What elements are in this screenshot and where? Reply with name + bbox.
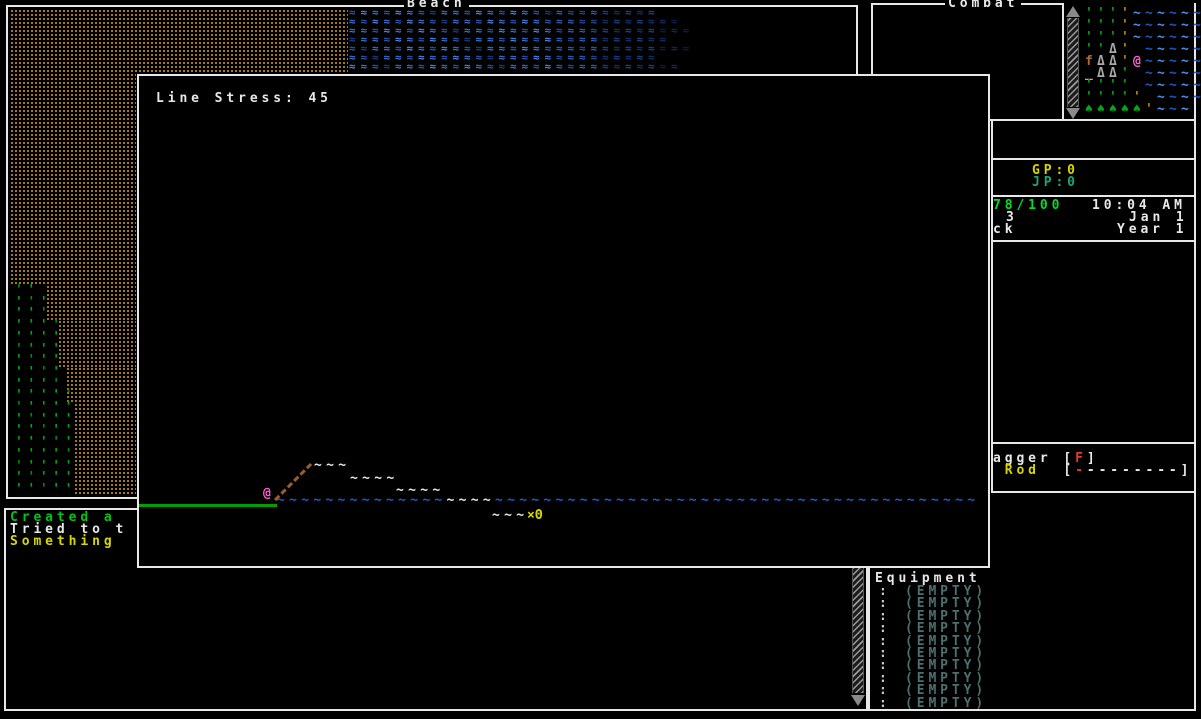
combat-scrollbar-track[interactable] [1067, 18, 1079, 107]
combat-window-title: Combat [945, 0, 1021, 10]
luck-label: ck [993, 223, 1016, 236]
combat-scrollbar[interactable] [1066, 6, 1080, 119]
jp-value: JP:0 [1032, 176, 1079, 189]
splash-waves: ~~~~ [350, 472, 399, 485]
rod-slot: Rod [---------] [993, 464, 1192, 477]
modal-water-line: ~~~~~~~~~~~~~~~~~~~~~~~~~~~~~~~~~~~~~~~~… [277, 495, 979, 507]
rod-stress-dash: - [1075, 463, 1087, 478]
sand-terrain [58, 320, 136, 367]
rod-stress-bar: -------- [1087, 463, 1181, 478]
sand-terrain [74, 403, 136, 496]
equipment-slot-marker: : [879, 697, 891, 710]
rod-bracket-open: [ [1063, 463, 1075, 478]
sand-terrain [10, 73, 136, 285]
stats-separator-2 [993, 195, 1194, 197]
fish-glyph: ×Θ [527, 509, 543, 522]
message-line: Something [10, 535, 116, 548]
equipment-slot: (EMPTY) [905, 697, 987, 710]
line-stress-readout: Line Stress: 45 [156, 92, 332, 105]
hook-trail-waves: ~~~ [492, 509, 528, 522]
stats-separator-3 [993, 240, 1194, 242]
message-scrollbar-track[interactable] [852, 568, 864, 693]
message-scrollbar[interactable] [851, 568, 865, 706]
splash-waves: ~~~ [314, 459, 350, 472]
sand-terrain [46, 285, 136, 320]
scroll-up-icon[interactable] [1066, 6, 1080, 17]
hp-value: 78/100 [993, 199, 1063, 212]
rod-bracket-close: ] [1181, 463, 1193, 478]
scroll-down-icon[interactable] [1066, 108, 1080, 119]
sea-water-row: ≈≈≈≈≈≈≈≈≈≈≈≈≈≈≈≈≈≈≈≈≈≈≈≈≈≈≈≈≈≈ [349, 62, 694, 71]
stats-separator-1 [993, 158, 1194, 160]
equipment-title: Equipment [875, 572, 981, 585]
rod-label: Rod [993, 463, 1063, 478]
stats-window [991, 119, 1196, 493]
minimap-row: ♠♠♠♠♠'~~~ [1085, 104, 1201, 116]
sand-terrain [10, 9, 348, 73]
beach-window-title: Beach [404, 0, 469, 10]
ground-line [139, 504, 277, 507]
grass-row: ''''' [15, 484, 77, 496]
scroll-down-icon[interactable] [851, 695, 865, 706]
stats-separator-4 [993, 442, 1194, 444]
game-screen: Beach Combat GP:0 JP:0 78/100 10:04 AM 3… [0, 0, 1201, 719]
calendar-year: Year 1 [1117, 223, 1187, 236]
